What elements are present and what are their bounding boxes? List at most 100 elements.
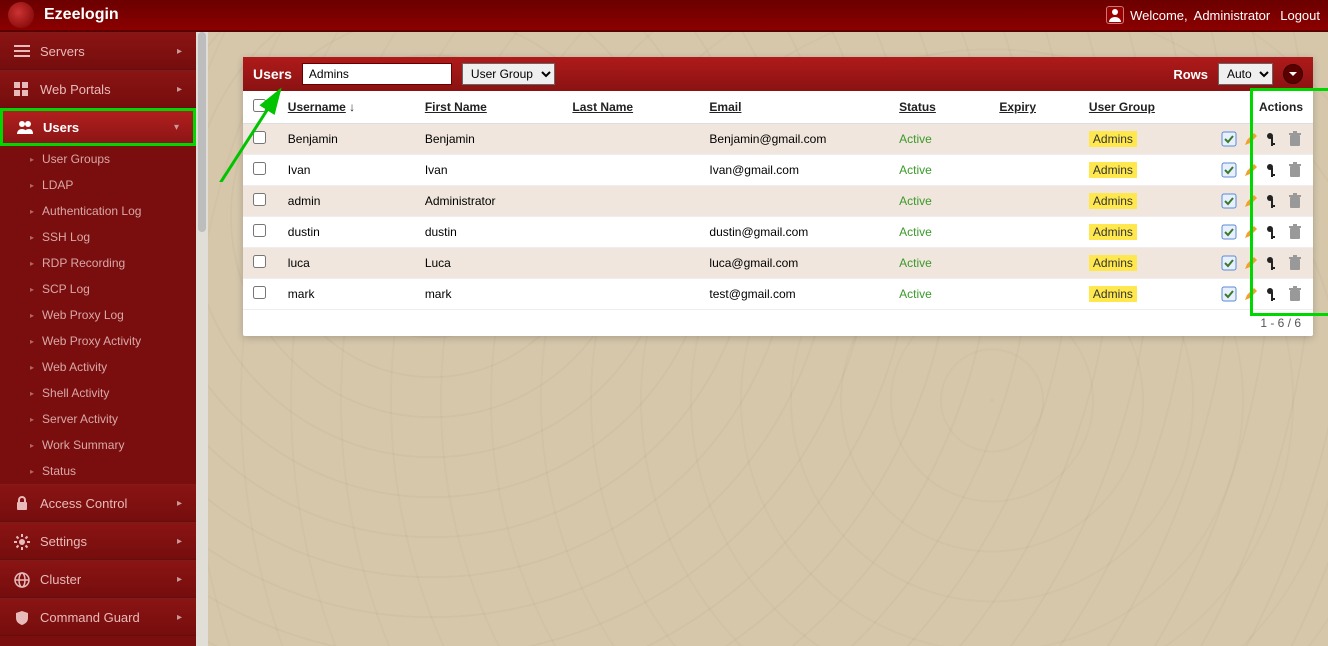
sidebar-sub-authentication-log[interactable]: ▸Authentication Log bbox=[0, 198, 196, 224]
sidebar-sub-label: RDP Recording bbox=[42, 256, 125, 270]
sidebar-sub-shell-activity[interactable]: ▸Shell Activity bbox=[0, 380, 196, 406]
triangle-right-icon: ▸ bbox=[30, 363, 34, 372]
key-icon[interactable] bbox=[1265, 131, 1281, 147]
key-icon[interactable] bbox=[1265, 224, 1281, 240]
chevron-right-icon: ▸ bbox=[177, 498, 182, 509]
scroll-strip[interactable] bbox=[196, 32, 208, 646]
row-checkbox[interactable] bbox=[253, 224, 266, 237]
key-icon[interactable] bbox=[1265, 162, 1281, 178]
col-lastname[interactable]: Last Name bbox=[572, 100, 633, 114]
sidebar-sub-rdp-recording[interactable]: ▸RDP Recording bbox=[0, 250, 196, 276]
sidebar-sub-web-proxy-activity[interactable]: ▸ Web Proxy Activity bbox=[0, 328, 196, 354]
chevron-down-icon: ▾ bbox=[174, 122, 179, 133]
pencil-icon[interactable] bbox=[1243, 224, 1259, 240]
cell-username: admin bbox=[278, 186, 415, 217]
sidebar-sub-user-groups[interactable]: ▸User Groups bbox=[0, 146, 196, 172]
col-usergroup[interactable]: User Group bbox=[1089, 100, 1155, 114]
pencil-icon[interactable] bbox=[1243, 162, 1259, 178]
sidebar-sub-scp-log[interactable]: ▸SCP Log bbox=[0, 276, 196, 302]
triangle-right-icon: ▸ bbox=[30, 467, 34, 476]
cell-actions bbox=[1205, 155, 1313, 186]
delete-icon[interactable] bbox=[1287, 255, 1303, 271]
pencil-icon[interactable] bbox=[1243, 255, 1259, 271]
panel-title: Users bbox=[253, 66, 292, 82]
key-icon[interactable] bbox=[1265, 286, 1281, 302]
key-icon[interactable] bbox=[1265, 255, 1281, 271]
edit-icon[interactable] bbox=[1221, 131, 1237, 147]
triangle-right-icon: ▸ bbox=[30, 389, 34, 398]
row-checkbox[interactable] bbox=[253, 286, 266, 299]
pencil-icon[interactable] bbox=[1243, 286, 1259, 302]
delete-icon[interactable] bbox=[1287, 224, 1303, 240]
sidebar-item-commandguard[interactable]: Command Guard ▸ bbox=[0, 598, 196, 636]
rows-label: Rows bbox=[1173, 67, 1208, 82]
sidebar-item-servers[interactable]: Servers ▸ bbox=[0, 32, 196, 70]
select-all-checkbox[interactable] bbox=[253, 99, 266, 112]
cell-expiry bbox=[989, 217, 1079, 248]
sidebar: Servers ▸ Web Portals ▸ Users ▾ ▸User Gr… bbox=[0, 32, 196, 646]
row-checkbox[interactable] bbox=[253, 131, 266, 144]
triangle-right-icon: ▸ bbox=[30, 337, 34, 346]
sidebar-item-label: Command Guard bbox=[40, 610, 167, 625]
delete-icon[interactable] bbox=[1287, 193, 1303, 209]
filter-input[interactable] bbox=[302, 63, 452, 85]
filter-select[interactable]: User Group bbox=[462, 63, 555, 85]
table-row: markmarktest@gmail.comActiveAdmins bbox=[243, 279, 1313, 310]
logout-link[interactable]: Logout bbox=[1280, 8, 1320, 23]
user-icon bbox=[1106, 6, 1124, 24]
cell-actions bbox=[1205, 186, 1313, 217]
col-expiry[interactable]: Expiry bbox=[999, 100, 1036, 114]
edit-icon[interactable] bbox=[1221, 224, 1237, 240]
edit-icon[interactable] bbox=[1221, 255, 1237, 271]
rows-select[interactable]: Auto bbox=[1218, 63, 1273, 85]
cell-actions bbox=[1205, 248, 1313, 279]
edit-icon[interactable] bbox=[1221, 286, 1237, 302]
sidebar-sub-status[interactable]: ▸Status bbox=[0, 458, 196, 484]
triangle-right-icon: ▸ bbox=[30, 207, 34, 216]
sidebar-sub-web-proxy-log[interactable]: ▸Web Proxy Log bbox=[0, 302, 196, 328]
delete-icon[interactable] bbox=[1287, 286, 1303, 302]
cell-lastname bbox=[562, 217, 699, 248]
sidebar-sub-label: Web Proxy Activity bbox=[42, 334, 141, 348]
row-checkbox[interactable] bbox=[253, 193, 266, 206]
pencil-icon[interactable] bbox=[1243, 131, 1259, 147]
sidebar-sub-label: Web Activity bbox=[42, 360, 107, 374]
sidebar-item-users[interactable]: Users ▾ bbox=[0, 108, 196, 146]
triangle-right-icon: ▸ bbox=[30, 233, 34, 242]
col-status[interactable]: Status bbox=[899, 100, 936, 114]
sidebar-item-cluster[interactable]: Cluster ▸ bbox=[0, 560, 196, 598]
col-username[interactable]: Username bbox=[288, 100, 346, 114]
sidebar-item-accesscontrol[interactable]: Access Control ▸ bbox=[0, 484, 196, 522]
sidebar-sub-web-activity[interactable]: ▸ Web Activity bbox=[0, 354, 196, 380]
col-actions: Actions bbox=[1259, 100, 1303, 114]
sidebar-sub-server-activity[interactable]: ▸Server Activity bbox=[0, 406, 196, 432]
sidebar-item-webportals[interactable]: Web Portals ▸ bbox=[0, 70, 196, 108]
collapse-button[interactable] bbox=[1283, 64, 1303, 84]
pencil-icon[interactable] bbox=[1243, 193, 1259, 209]
edit-icon[interactable] bbox=[1221, 162, 1237, 178]
delete-icon[interactable] bbox=[1287, 162, 1303, 178]
edit-icon[interactable] bbox=[1221, 193, 1237, 209]
sidebar-sub-ssh-log[interactable]: ▸SSH Log bbox=[0, 224, 196, 250]
sidebar-item-label: Access Control bbox=[40, 496, 167, 511]
scroll-thumb[interactable] bbox=[198, 32, 206, 232]
sidebar-item-settings[interactable]: Settings ▸ bbox=[0, 522, 196, 560]
sidebar-sub-label: SCP Log bbox=[42, 282, 90, 296]
col-firstname[interactable]: First Name bbox=[425, 100, 487, 114]
row-checkbox[interactable] bbox=[253, 162, 266, 175]
row-checkbox[interactable] bbox=[253, 255, 266, 268]
key-icon[interactable] bbox=[1265, 193, 1281, 209]
sidebar-sub-work-summary[interactable]: ▸Work Summary bbox=[0, 432, 196, 458]
cell-status: Active bbox=[889, 279, 989, 310]
cell-status: Active bbox=[889, 186, 989, 217]
triangle-right-icon: ▸ bbox=[30, 155, 34, 164]
col-email[interactable]: Email bbox=[709, 100, 741, 114]
chevron-right-icon: ▸ bbox=[177, 574, 182, 585]
sidebar-sub-label: Web Proxy Log bbox=[42, 308, 124, 322]
app-title: Ezeelogin bbox=[44, 6, 119, 24]
triangle-right-icon: ▸ bbox=[30, 181, 34, 190]
table-row: dustindustindustin@gmail.comActiveAdmins bbox=[243, 217, 1313, 248]
sidebar-sub-ldap[interactable]: ▸LDAP bbox=[0, 172, 196, 198]
delete-icon[interactable] bbox=[1287, 131, 1303, 147]
sidebar-item-label: Servers bbox=[40, 44, 167, 59]
